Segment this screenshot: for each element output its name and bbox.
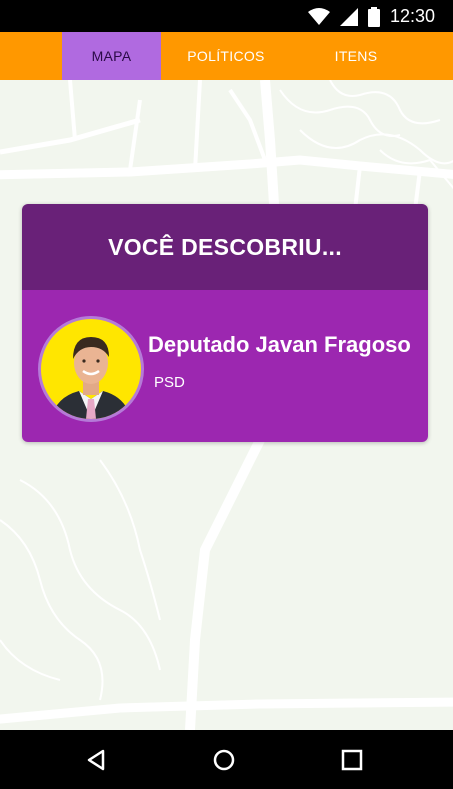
status-time: 12:30 [389, 6, 435, 26]
wifi-icon [307, 7, 330, 25]
tab-politicos[interactable]: POLÍTICOS [161, 32, 291, 80]
signal-icon [339, 7, 358, 26]
back-icon[interactable] [82, 745, 112, 775]
tab-itens[interactable]: ITENS [291, 32, 421, 80]
home-icon[interactable] [209, 745, 239, 775]
nav-bar [0, 731, 453, 789]
battery-icon [367, 6, 380, 27]
card-header: VOCÊ DESCOBRIU... [22, 204, 428, 290]
discovery-card[interactable]: VOCÊ DESCOBRIU... Deputado Javan Fragoso… [22, 204, 428, 442]
recents-icon[interactable] [337, 745, 367, 775]
card-body: Deputado Javan Fragoso PSD [22, 290, 428, 442]
politician-party: PSD [154, 374, 185, 391]
card-title: VOCÊ DESCOBRIU... [108, 233, 342, 260]
politician-avatar [38, 316, 144, 422]
tab-mapa[interactable]: MAPA [62, 32, 161, 80]
politician-name: Deputado Javan Fragoso [148, 332, 411, 357]
status-bar: 12:30 [0, 0, 453, 32]
app-bar: MAPA POLÍTICOS ITENS [0, 32, 453, 80]
politician-portrait-icon [51, 337, 131, 419]
